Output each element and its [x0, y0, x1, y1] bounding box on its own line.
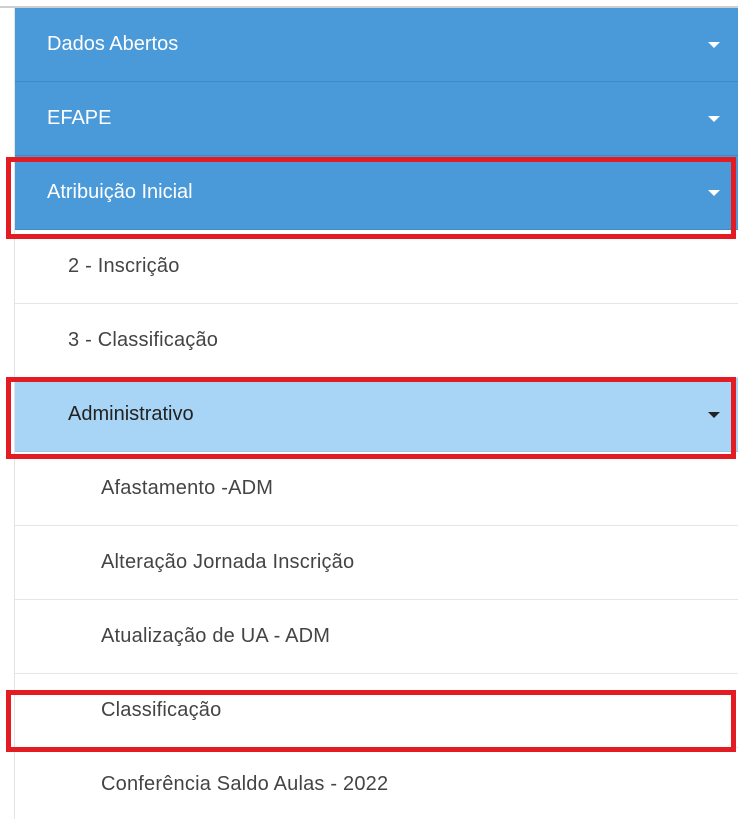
menu-item-label: Dados Abertos [47, 33, 179, 55]
menu-item-label: Administrativo [68, 403, 194, 425]
menu-item-dados-abertos[interactable]: Dados Abertos [15, 8, 738, 82]
menu-item-label: Afastamento -ADM [101, 477, 274, 499]
menu-item-label: Atualização de UA - ADM [101, 625, 331, 647]
menu-item-label: EFAPE [47, 107, 112, 129]
menu-item-administrativo[interactable]: Administrativo [15, 378, 738, 452]
menu-item-label: Conferência Saldo Aulas - 2022 [101, 773, 389, 795]
menu-item-atualizacao-ua[interactable]: Atualização de UA - ADM [15, 600, 738, 674]
navigation-sidebar: Dados Abertos EFAPE Atribuição Inicial 2… [0, 0, 738, 819]
menu-item-alteracao-jornada[interactable]: Alteração Jornada Inscrição [15, 526, 738, 600]
menu-item-label: Alteração Jornada Inscrição [101, 551, 355, 573]
menu-list: Dados Abertos EFAPE Atribuição Inicial 2… [14, 8, 738, 819]
top-divider [0, 0, 738, 8]
chevron-down-icon [708, 41, 720, 48]
chevron-down-icon [708, 411, 720, 418]
menu-item-label: 3 - Classificação [68, 329, 219, 351]
menu-item-afastamento-adm[interactable]: Afastamento -ADM [15, 452, 738, 526]
menu-item-label: Atribuição Inicial [47, 181, 193, 203]
menu-item-conferencia-saldo[interactable]: Conferência Saldo Aulas - 2022 [15, 748, 738, 819]
menu-item-classificacao[interactable]: Classificação [15, 674, 738, 748]
menu-item-label: Classificação [101, 699, 222, 721]
menu-item-atribuicao-inicial[interactable]: Atribuição Inicial [15, 156, 738, 230]
administrativo-submenu: Afastamento -ADM Alteração Jornada Inscr… [15, 452, 738, 819]
menu-item-efape[interactable]: EFAPE [15, 82, 738, 156]
menu-item-label: 2 - Inscrição [68, 255, 180, 277]
chevron-down-icon [708, 115, 720, 122]
menu-item-inscricao[interactable]: 2 - Inscrição [15, 230, 738, 304]
menu-item-classificacao-3[interactable]: 3 - Classificação [15, 304, 738, 378]
chevron-down-icon [708, 189, 720, 196]
